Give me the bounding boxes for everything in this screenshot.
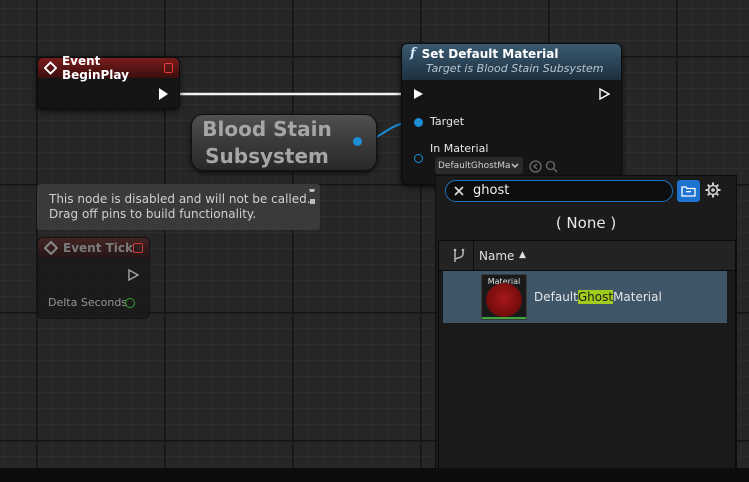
subsystem-output-pin[interactable] (353, 137, 362, 146)
disabled-tooltip-line1: This node is disabled and will not be ca… (49, 192, 311, 206)
event-beginplay-header: Event BeginPlay (38, 54, 179, 82)
exec-out-pin[interactable] (159, 88, 168, 100)
none-option[interactable]: ( None ) (436, 214, 736, 232)
delegate-pin-icon[interactable] (163, 63, 174, 73)
exec-out-pin-hollow[interactable] (128, 269, 139, 281)
subsystem-title: Blood Stain Subsystem (202, 117, 332, 168)
delta-seconds-label: Delta Seconds (48, 296, 128, 309)
search-input[interactable]: ghost (473, 183, 509, 198)
asset-list: Name ▲ Material DefaultGhostMaterial (438, 240, 736, 476)
list-header: Name ▲ (439, 241, 735, 271)
pin-icon[interactable] (307, 188, 317, 208)
event-beginplay-title: Event BeginPlay (61, 54, 129, 82)
asset-name-prefix: Default (534, 290, 578, 304)
delegate-pin-icon[interactable] (133, 243, 143, 253)
asset-name: DefaultGhostMaterial (534, 290, 662, 304)
folder-icon (681, 186, 696, 197)
target-pin-label: Target (430, 115, 465, 128)
asset-picker-panel[interactable]: ghost ( None ) Name ▲ Material DefaultGh… (435, 175, 737, 477)
filter-icon[interactable] (452, 248, 466, 264)
event-diamond-icon (44, 241, 58, 255)
in-material-pin-label: In Material (430, 142, 489, 155)
target-pin[interactable] (414, 118, 423, 127)
clear-search-icon[interactable] (454, 186, 464, 196)
sort-ascending-icon: ▲ (519, 250, 526, 260)
in-material-pin[interactable] (414, 154, 423, 163)
event-beginplay-node[interactable]: Event BeginPlay (37, 54, 180, 109)
column-divider (473, 241, 474, 270)
asset-name-match: Ghost (577, 290, 614, 304)
event-tick-title: Event Tick (63, 241, 134, 255)
blood-stain-subsystem-node[interactable]: Blood Stain Subsystem (191, 114, 377, 171)
delta-seconds-pin[interactable] (125, 298, 135, 308)
material-thumbnail: Material (481, 274, 527, 320)
chevron-down-icon (511, 163, 519, 168)
asset-type-color-bar (482, 317, 526, 319)
event-tick-node[interactable]: Event Tick Delta Seconds (37, 237, 150, 319)
set-default-material-subtitle: Target is Blood Stain Subsystem (426, 62, 604, 75)
browse-arrow-icon[interactable] (529, 160, 542, 173)
material-combo-value: DefaultGhostMa (438, 160, 511, 171)
search-icon[interactable] (545, 160, 558, 173)
disabled-tooltip-line2: Drag off pins to build functionality. (49, 207, 257, 221)
folder-button[interactable] (677, 180, 700, 202)
disabled-node-tooltip: This node is disabled and will not be ca… (37, 184, 320, 230)
asset-name-suffix: Material (613, 290, 662, 304)
material-sphere-preview (486, 283, 522, 317)
exec-in-pin[interactable] (413, 88, 424, 100)
event-diamond-icon (44, 61, 57, 75)
exec-out-pin-hollow[interactable] (599, 88, 610, 100)
column-name-header[interactable]: Name (479, 249, 514, 263)
function-icon: f (410, 46, 416, 61)
search-box[interactable]: ghost (445, 180, 673, 202)
set-default-material-node[interactable]: f Set Default Material Target is Blood S… (401, 43, 622, 185)
material-combo[interactable]: DefaultGhostMa (435, 157, 523, 174)
set-default-material-header: f Set Default Material Target is Blood S… (402, 44, 621, 80)
asset-row[interactable]: Material DefaultGhostMaterial (443, 271, 727, 323)
set-default-material-title: Set Default Material (421, 46, 559, 61)
graph-bottom-strip (0, 468, 749, 482)
settings-icon[interactable] (705, 182, 721, 198)
event-tick-header: Event Tick (38, 238, 149, 258)
